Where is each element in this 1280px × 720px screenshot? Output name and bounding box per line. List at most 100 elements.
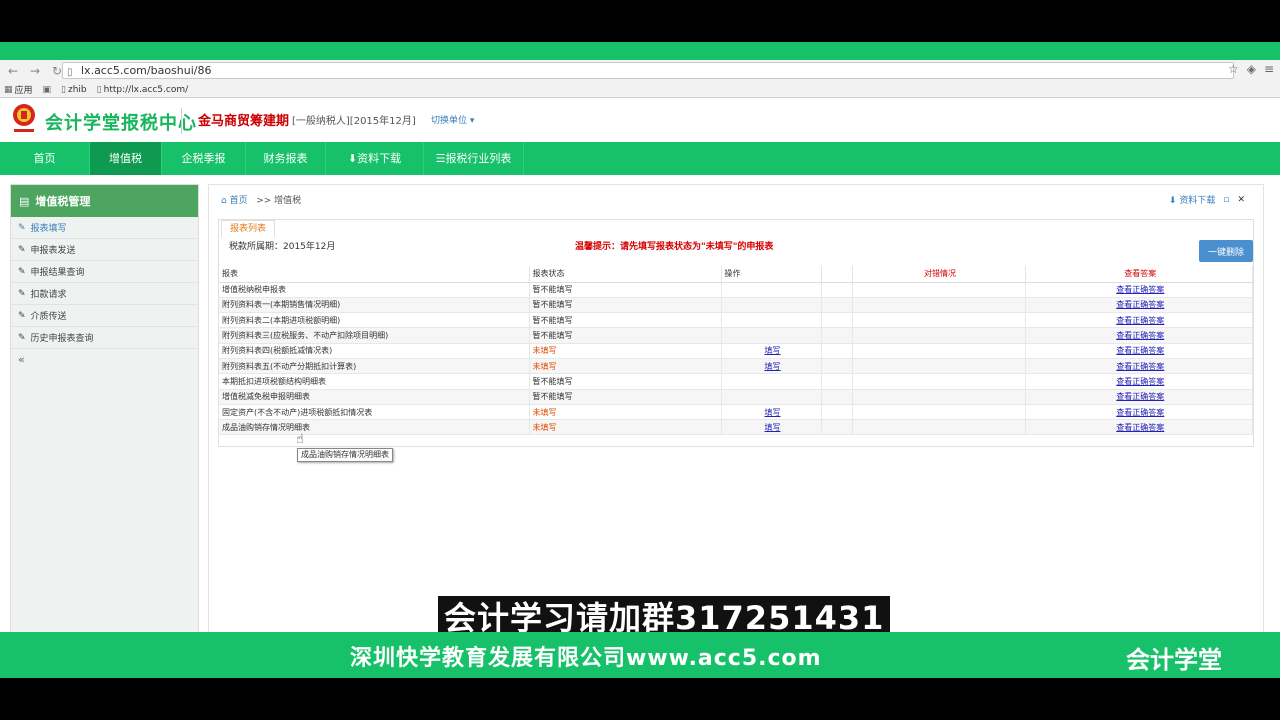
view-answer-link[interactable]: 查看正确答案 bbox=[1116, 331, 1164, 340]
view-answer-link[interactable]: 查看正确答案 bbox=[1116, 423, 1164, 432]
answer-cell: 查看正确答案 bbox=[1025, 358, 1253, 375]
back-icon[interactable]: ← bbox=[4, 62, 22, 80]
bookmark-acc5[interactable]: ▯ http://lx.acc5.com/ bbox=[97, 85, 188, 95]
report-status: 暂不能填写 bbox=[529, 312, 722, 329]
edit-icon: ✎ bbox=[18, 288, 26, 299]
table-row: 附列资料表三(应税服务、不动产扣除项目明细) 暂不能填写 查看正确答案 bbox=[219, 327, 1253, 344]
web-page: 会计学堂报税中心 金马商贸筹建期 [一般纳税人][2015年12月] 切换单位 … bbox=[0, 98, 1280, 632]
view-answer-link[interactable]: 查看正确答案 bbox=[1116, 316, 1164, 325]
blank-cell bbox=[821, 343, 853, 359]
menu-icon[interactable]: ≡ bbox=[1264, 62, 1274, 76]
sidebar-item-media-transfer[interactable]: ✎ 介质传送 bbox=[11, 305, 198, 327]
close-icon[interactable]: ✕ bbox=[1237, 195, 1245, 205]
report-action: 填写 bbox=[721, 419, 822, 436]
blank-cell bbox=[821, 419, 853, 436]
shield-icon[interactable]: ◈ bbox=[1247, 62, 1256, 76]
report-name: 增值税纳税申报表 bbox=[219, 282, 530, 298]
download-link[interactable]: ⬇ 资料下载 bbox=[1169, 193, 1215, 206]
sidebar: ▤ 增值税管理 ✎ 报表填写 ✎ 申报表发送 ✎ 申报结果查询 ✎ 扣款请求 ✎ 介质传送… bbox=[10, 184, 199, 632]
col-correctness: 对错情况 bbox=[852, 266, 1026, 283]
address-text: lx.acc5.com/baoshui/86 bbox=[81, 64, 212, 77]
main-content: ⌂ 首页 >> 增值税 ⬇ 资料下载 ▫ ✕ 报表列表 税款所属期：2015年1… bbox=[208, 184, 1264, 632]
list-icon: ☰ bbox=[435, 152, 446, 165]
report-name: 成品油购销存情况明细表 bbox=[219, 419, 530, 436]
report-status: 暂不能填写 bbox=[529, 327, 722, 344]
nav-home[interactable]: 首页 bbox=[0, 142, 90, 175]
sidebar-title: 增值税管理 bbox=[35, 195, 91, 208]
report-status: 未填写 bbox=[529, 419, 722, 436]
view-answer-link[interactable]: 查看正确答案 bbox=[1116, 362, 1164, 371]
view-answer-link[interactable]: 查看正确答案 bbox=[1116, 285, 1164, 294]
bookmark-image[interactable]: ▣ bbox=[43, 85, 52, 95]
nav-financial-statements[interactable]: 财务报表 bbox=[246, 142, 326, 175]
blank-cell bbox=[821, 404, 853, 421]
report-status: 暂不能填写 bbox=[529, 389, 722, 405]
view-answer-link[interactable]: 查看正确答案 bbox=[1116, 392, 1164, 401]
report-name: 附列资料表五(不动产分期抵扣计算表) bbox=[219, 358, 530, 375]
view-answer-link[interactable]: 查看正确答案 bbox=[1116, 408, 1164, 417]
video-footer-banner: 深圳快学教育发展有限公司www.acc5.com 会计学堂 bbox=[0, 632, 1280, 678]
correctness-cell bbox=[852, 389, 1026, 405]
correctness-cell bbox=[852, 404, 1026, 421]
correctness-cell bbox=[852, 343, 1026, 359]
page-icon: ▯ bbox=[61, 84, 66, 95]
warning-tip: 温馨提示：请先填写报表状态为"未填写"的申报表 bbox=[575, 242, 774, 252]
answer-cell: 查看正确答案 bbox=[1025, 389, 1253, 405]
site-header: 会计学堂报税中心 金马商贸筹建期 [一般纳税人][2015年12月] 切换单位 … bbox=[0, 98, 1280, 142]
sidebar-item-debit-request[interactable]: ✎ 扣款请求 bbox=[11, 283, 198, 305]
blank-cell bbox=[821, 282, 853, 298]
fill-link[interactable]: 填写 bbox=[765, 362, 781, 371]
top-green-stripe bbox=[0, 42, 1280, 60]
browser-toolbar: ← → ↻ ▯ lx.acc5.com/baoshui/86 ☆ ◈ ≡ bbox=[0, 60, 1280, 81]
col-report: 报表 bbox=[219, 266, 530, 283]
tab-report-list[interactable]: 报表列表 bbox=[221, 220, 276, 237]
site-logo-text[interactable]: 会计学堂报税中心 bbox=[45, 109, 197, 135]
report-action bbox=[721, 327, 822, 344]
delete-all-button[interactable]: 一键删除 bbox=[1199, 240, 1253, 262]
video-frame: ← → ↻ ▯ lx.acc5.com/baoshui/86 ☆ ◈ ≡ ▦ 应用… bbox=[0, 0, 1280, 720]
address-bar[interactable]: ▯ lx.acc5.com/baoshui/86 bbox=[62, 62, 1234, 79]
report-action bbox=[721, 389, 822, 405]
sidebar-item-history[interactable]: ✎ 历史申报表查询 bbox=[11, 327, 198, 349]
blank-cell bbox=[821, 389, 853, 405]
nav-corp-tax-quarterly[interactable]: 企税季报 bbox=[162, 142, 246, 175]
fill-link[interactable]: 填写 bbox=[765, 408, 781, 417]
view-answer-link[interactable]: 查看正确答案 bbox=[1116, 346, 1164, 355]
bookmark-star-icon[interactable]: ☆ bbox=[1228, 62, 1239, 76]
nav-vat[interactable]: 增值税 bbox=[90, 142, 162, 175]
answer-cell: 查看正确答案 bbox=[1025, 419, 1253, 436]
correctness-cell bbox=[852, 373, 1026, 390]
report-action: 填写 bbox=[721, 343, 822, 359]
fill-link[interactable]: 填写 bbox=[765, 346, 781, 355]
bookmark-zhib[interactable]: ▯ zhib bbox=[61, 85, 87, 95]
footer-company-url: 深圳快学教育发展有限公司www.acc5.com bbox=[350, 646, 822, 671]
nav-downloads[interactable]: ⬇资料下载 bbox=[326, 142, 424, 175]
correctness-cell bbox=[852, 358, 1026, 375]
breadcrumb-home[interactable]: ⌂ 首页 bbox=[221, 196, 248, 206]
col-action: 操作 bbox=[721, 266, 822, 283]
view-answer-link[interactable]: 查看正确答案 bbox=[1116, 377, 1164, 386]
answer-cell: 查看正确答案 bbox=[1025, 373, 1253, 390]
collapse-sidebar-icon[interactable]: « bbox=[11, 353, 198, 366]
report-action bbox=[721, 297, 822, 314]
bookmark-apps[interactable]: ▦ 应用 bbox=[4, 83, 33, 97]
answer-cell: 查看正确答案 bbox=[1025, 297, 1253, 314]
fill-link[interactable]: 填写 bbox=[765, 423, 781, 432]
maximize-icon[interactable]: ▫ bbox=[1223, 195, 1229, 205]
page-icon: ▯ bbox=[96, 84, 102, 95]
sidebar-item-fill-reports[interactable]: ✎ 报表填写 bbox=[11, 217, 198, 239]
view-answer-link[interactable]: 查看正确答案 bbox=[1116, 300, 1164, 309]
table-row: 固定资产(不含不动产)进项税额抵扣情况表 未填写 填写 查看正确答案 bbox=[219, 404, 1253, 421]
browser-chrome: ← → ↻ ▯ lx.acc5.com/baoshui/86 ☆ ◈ ≡ ▦ 应用… bbox=[0, 60, 1280, 98]
sidebar-item-result-query[interactable]: ✎ 申报结果查询 bbox=[11, 261, 198, 283]
report-table: 报表 报表状态 操作 对错情况 查看答案 增值税纳税申报表 暂不能填写 查看正确… bbox=[219, 266, 1253, 436]
forward-icon[interactable]: → bbox=[26, 62, 44, 80]
report-action bbox=[721, 373, 822, 390]
sidebar-item-send-returns[interactable]: ✎ 申报表发送 bbox=[11, 239, 198, 261]
blank-cell bbox=[821, 327, 853, 344]
nav-industry-list[interactable]: ☰报税行业列表 bbox=[424, 142, 524, 175]
logo-divider bbox=[181, 108, 182, 134]
switch-unit-link[interactable]: 切换单位 ▾ bbox=[431, 113, 474, 126]
edit-icon: ✎ bbox=[18, 266, 26, 277]
correctness-cell bbox=[852, 327, 1026, 344]
